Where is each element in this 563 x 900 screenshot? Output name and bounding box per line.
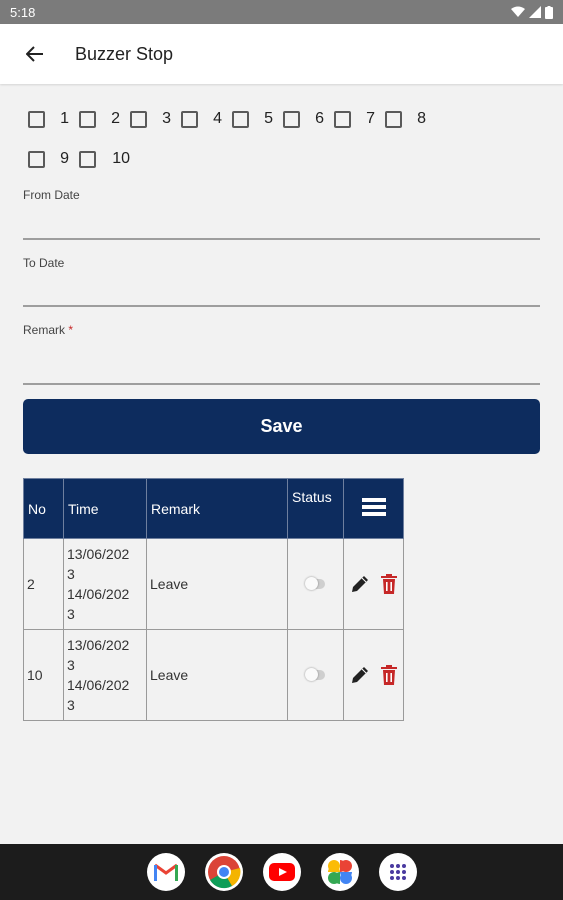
cell-actions: [343, 538, 404, 630]
checkbox-7[interactable]: [334, 110, 351, 128]
cell-remark: Leave: [146, 538, 288, 630]
table-row: 2 13/06/202 3 14/06/202 3 Leave: [23, 538, 404, 630]
remark-label-text: Remark: [23, 323, 66, 337]
youtube-icon: [268, 863, 295, 881]
remark-field[interactable]: Remark *: [23, 323, 540, 387]
save-button[interactable]: Save: [23, 399, 540, 454]
remark-label: Remark *: [23, 323, 540, 337]
checkbox-2[interactable]: [79, 110, 96, 128]
app-bar: Buzzer Stop: [0, 24, 563, 84]
to-date-label: To Date: [23, 256, 65, 270]
apps-drawer[interactable]: [378, 853, 417, 891]
time-line: 3: [67, 697, 75, 713]
checkbox-label-5: 5: [264, 110, 273, 127]
from-date-field[interactable]: From Date: [23, 188, 540, 242]
checkbox-6[interactable]: [283, 110, 300, 128]
time-line: 14/06/202: [67, 586, 130, 602]
table-menu-icon: [361, 498, 386, 516]
time-line: 13/06/202: [67, 546, 130, 562]
table-row: 10 13/06/202 3 14/06/202 3 Leave: [23, 629, 404, 721]
battery-icon: [545, 5, 553, 19]
header-status: Status: [287, 478, 344, 539]
status-time: 5:18: [10, 4, 36, 20]
cell-remark: Leave: [146, 629, 288, 721]
cell-time: 13/06/202 3 14/06/202 3: [63, 629, 147, 721]
checkbox-5[interactable]: [232, 110, 249, 128]
checkbox-label-1: 1: [60, 110, 69, 127]
checkbox-1[interactable]: [28, 110, 45, 128]
checkbox-row-2: 9 10: [28, 150, 140, 168]
checkbox-label-4: 4: [213, 110, 222, 127]
header-time: Time: [63, 478, 147, 539]
from-date-underline: [23, 238, 540, 240]
table-header-row: No Time Remark Status: [23, 478, 404, 539]
delete-trash-icon[interactable]: [380, 665, 398, 685]
gmail-app[interactable]: [146, 853, 185, 891]
cell-time: 13/06/202 3 14/06/202 3: [63, 538, 147, 630]
checkbox-label-3: 3: [162, 110, 171, 127]
status-toggle[interactable]: [304, 577, 325, 590]
photos-app[interactable]: [320, 853, 359, 891]
cell-no: 10: [23, 629, 64, 721]
checkbox-9[interactable]: [28, 150, 45, 168]
checkbox-8[interactable]: [385, 110, 402, 128]
photos-icon: [327, 860, 352, 884]
page-title: Buzzer Stop: [75, 43, 174, 64]
buzzer-table: No Time Remark Status 2 13/06/202 3 14/0…: [23, 478, 404, 721]
checkbox-label-7: 7: [366, 110, 375, 127]
cell-actions: [343, 629, 404, 721]
status-bar: 5:18: [0, 0, 563, 24]
to-date-underline: [23, 305, 540, 307]
checkbox-4[interactable]: [181, 110, 198, 128]
time-line: 13/06/202: [67, 637, 130, 653]
header-remark: Remark: [146, 478, 288, 539]
cell-no: 2: [23, 538, 64, 630]
checkbox-label-6: 6: [315, 110, 324, 127]
to-date-field[interactable]: To Date: [23, 256, 540, 310]
delete-trash-icon[interactable]: [380, 574, 398, 594]
header-menu[interactable]: [343, 478, 404, 539]
cell-status: [287, 629, 344, 721]
edit-pencil-icon[interactable]: [350, 665, 370, 685]
checkbox-label-8: 8: [417, 110, 426, 127]
signal-icon: [529, 6, 541, 18]
checkbox-10[interactable]: [79, 150, 96, 168]
checkbox-label-2: 2: [111, 110, 120, 127]
system-dock: [0, 844, 563, 900]
edit-pencil-icon[interactable]: [350, 574, 370, 594]
required-mark: *: [68, 323, 74, 337]
checkbox-3[interactable]: [130, 110, 147, 128]
chrome-icon: [207, 856, 240, 889]
remark-underline: [23, 383, 540, 385]
time-line: 3: [67, 657, 75, 673]
time-line: 3: [67, 566, 75, 582]
youtube-app[interactable]: [262, 853, 301, 891]
header-no: No: [23, 478, 64, 539]
checkbox-row-1: 1 2 3 4 5 6 7 8: [28, 110, 436, 128]
back-button[interactable]: [20, 39, 50, 69]
status-toggle[interactable]: [304, 668, 325, 681]
checkbox-label-9: 9: [60, 150, 69, 167]
checkbox-label-10: 10: [112, 150, 130, 167]
time-line: 3: [67, 606, 75, 622]
chrome-app[interactable]: [204, 853, 243, 891]
back-arrow-icon: [26, 46, 43, 62]
cell-status: [287, 538, 344, 630]
time-line: 14/06/202: [67, 677, 130, 693]
apps-icon: [389, 864, 406, 880]
gmail-icon: [153, 863, 178, 881]
wifi-icon: [511, 6, 525, 17]
from-date-label: From Date: [23, 188, 80, 202]
